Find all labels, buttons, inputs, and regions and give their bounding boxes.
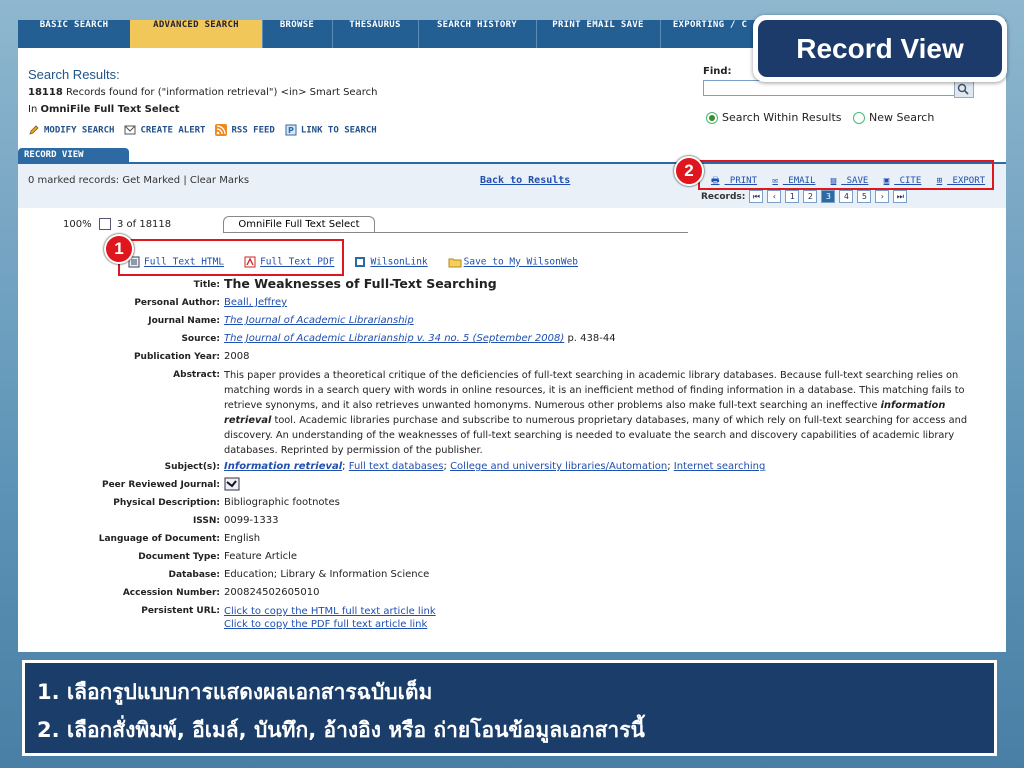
abstract-text: This paper provides a theoretical critiq… [224,370,968,456]
record-view-tab[interactable]: RECORD VIEW [18,148,129,162]
subject-link[interactable]: Full text databases [349,461,444,472]
records-label: Records: [701,191,746,202]
field-persistent-url: Persistent URL: Click to copy the HTML f… [141,606,436,630]
field-title: Title: The Weaknesses of Full-Text Searc… [18,276,1006,294]
search-within-results-radio[interactable]: Search Within Results [706,111,842,124]
step-badge-2: 2 [674,156,704,186]
database-tab[interactable]: OmniFile Full Text Select [223,216,375,233]
subject-link[interactable]: Information retrieval [224,461,342,472]
database-tab-divider [223,232,688,233]
step-badge-1: 1 [104,234,134,264]
source-pages: p. 438-44 [564,333,616,344]
in-label: In [28,104,38,115]
pager-page-1[interactable]: 1 [785,190,800,203]
wilsonlink-link[interactable]: WilsonLink [354,256,428,268]
save-to-my-wilsonweb-link[interactable]: Save to My WilsonWeb [448,256,578,268]
pager-next-icon[interactable]: › [875,190,890,203]
pager-page-3[interactable]: 3 [821,190,836,203]
field-issn: ISSN: 0099-1333 [192,515,279,526]
field-year: Publication Year: 2008 [133,351,250,362]
field-peer-reviewed: Peer Reviewed Journal: [18,476,1006,494]
record-zoom-line: 100% 3 of 18118 [63,218,171,230]
rss-feed-link[interactable]: RSS FEED [215,124,275,136]
marked-records[interactable]: 0 marked records: Get Marked | Clear Mar… [28,175,249,186]
instruction-line-1: 1. เลือกรูปแบบการแสดงผลเอกสารฉบับเต็ม [37,680,433,704]
zoom-level: 100% [63,219,92,230]
field-subjects: Subject(s): Information retrieval; Full … [164,461,766,472]
envelope-icon [124,124,136,136]
tab-basic-search[interactable]: BASIC SEARCH [18,20,131,48]
author-link[interactable]: Beall, Jeffrey [224,297,287,308]
highlight-tools-box [698,160,994,190]
record-fields: Title: The Weaknesses of Full-Text Searc… [18,276,1006,631]
link-to-search-link[interactable]: P LINK TO SEARCH [285,124,377,136]
magnifier-icon [955,81,971,100]
results-database-line: In OmniFile Full Text Select [28,104,180,115]
record-position: 3 of 18118 [116,219,172,230]
pager-page-4[interactable]: 4 [839,190,854,203]
record-title: The Weaknesses of Full-Text Searching [224,276,497,291]
copy-html-link[interactable]: Click to copy the HTML full text article… [224,606,436,617]
tab-search-history[interactable]: SEARCH HISTORY [418,20,537,48]
tab-print-email-save[interactable]: PRINT EMAIL SAVE [536,20,661,48]
copy-pdf-link[interactable]: Click to copy the PDF full text article … [224,619,427,630]
results-database: OmniFile Full Text Select [40,104,180,115]
find-label: Find: [703,66,732,77]
record-view-callout: Record View [753,15,1007,82]
pager-prev-icon[interactable]: ‹ [767,190,782,203]
create-alert-link[interactable]: CREATE ALERT [124,124,205,136]
field-doc-type: Document Type: Feature Article [138,551,298,562]
field-journal: Journal Name: The Journal of Academic Li… [148,315,414,326]
tab-browse[interactable]: BROWSE [262,20,333,48]
field-physical: Physical Description: Bibliographic foot… [113,497,340,508]
tab-exporting[interactable]: EXPORTING / C [660,20,760,48]
results-summary: 18118 Records found for ("information re… [28,87,377,98]
record-pager: Records: ⏮ ‹ 1 2 3 4 5 › ⏭ [701,190,908,203]
pager-first-icon[interactable]: ⏮ [749,190,764,203]
field-abstract: Abstract: This paper provides a theoreti… [18,366,1006,458]
folder-icon [448,256,462,268]
search-actions: MODIFY SEARCH CREATE ALERT RSS FEED P LIN… [28,124,377,136]
tab-advanced-search[interactable]: ADVANCED SEARCH [130,20,263,48]
find-search-button[interactable] [954,80,974,98]
field-database: Database: Education; Library & Informati… [168,569,430,580]
pencil-icon [28,124,40,136]
tab-thesaurus[interactable]: THESAURUS [332,20,419,48]
highlight-fulltext-box [118,239,344,276]
back-to-results-link[interactable]: Back to Results [480,175,570,186]
callout-title: Record View [758,20,1002,77]
link-icon: P [285,124,297,136]
record-view-page: BASIC SEARCH ADVANCED SEARCH BROWSE THES… [18,20,1006,652]
pager-last-icon[interactable]: ⏭ [893,190,908,203]
peer-reviewed-icon [224,477,240,491]
pager-page-5[interactable]: 5 [857,190,872,203]
subject-link[interactable]: College and university libraries/Automat… [450,461,667,472]
journal-link[interactable]: The Journal of Academic Librarianship [224,315,414,326]
results-query: Records found for ("information retrieva… [65,87,378,98]
instruction-line-2: 2. เลือกสั่งพิมพ์, อีเมล์, บันทึก, อ้างอ… [37,718,645,742]
rss-icon [215,124,228,136]
field-author: Personal Author: Beall, Jeffrey [134,297,288,308]
wilsonlink-icon [354,256,366,268]
field-language: Language of Document: English [98,533,261,544]
search-results-heading: Search Results: [28,67,120,82]
pager-page-2[interactable]: 2 [803,190,818,203]
svg-text:P: P [288,126,294,135]
subject-link[interactable]: Internet searching [674,461,766,472]
mark-record-checkbox[interactable] [98,218,111,230]
find-input[interactable] [703,80,956,96]
instruction-caption: 1. เลือกรูปแบบการแสดงผลเอกสารฉบับเต็ม 2.… [22,660,997,756]
find-scope-options: Search Within Results New Search [706,111,934,124]
field-source: Source: The Journal of Academic Libraria… [181,333,616,344]
field-accession: Accession Number: 200824502605010 [122,587,320,598]
modify-search-link[interactable]: MODIFY SEARCH [28,124,114,136]
new-search-radio[interactable]: New Search [853,111,934,124]
source-link[interactable]: The Journal of Academic Librarianship v.… [224,333,564,344]
results-count: 18118 [28,87,63,98]
